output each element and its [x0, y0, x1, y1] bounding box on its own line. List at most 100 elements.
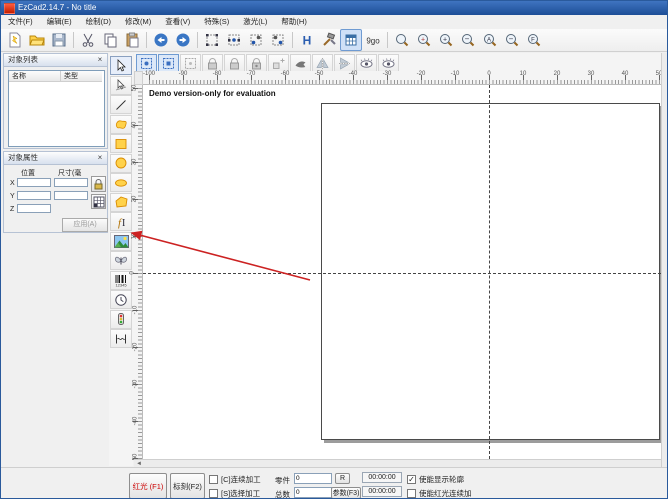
- node-delete-icon[interactable]: [267, 29, 289, 51]
- zoom-in-icon[interactable]: +: [435, 29, 457, 51]
- checkbox-box[interactable]: [209, 475, 218, 484]
- menu-edit[interactable]: 编辑(E): [40, 15, 79, 29]
- separator: [292, 32, 293, 48]
- text-icon: fI: [114, 215, 128, 229]
- ellipse-tool[interactable]: [110, 173, 132, 192]
- column-header-name[interactable]: 名称: [9, 71, 61, 82]
- total-count-input[interactable]: [294, 487, 332, 498]
- vector-file-tool[interactable]: [110, 251, 132, 270]
- cut-icon[interactable]: [77, 29, 99, 51]
- curve-tool[interactable]: [110, 115, 132, 134]
- ruler-tick-label: -30: [132, 380, 138, 389]
- checkbox-box[interactable]: ✓: [407, 475, 416, 484]
- pos-y-input[interactable]: [17, 191, 51, 200]
- canvas-area[interactable]: Demo version-only for evaluation: [143, 85, 661, 459]
- tools-icon[interactable]: [318, 29, 340, 51]
- demo-watermark: Demo version-only for evaluation: [149, 89, 276, 98]
- lock-aspect-button[interactable]: [91, 176, 106, 192]
- ruler-tick-label: -20: [417, 71, 426, 77]
- ruler-tick-label: -80: [213, 71, 222, 77]
- ruler-tick-label: 0: [130, 271, 136, 274]
- red-light-button[interactable]: 红光 (F1): [129, 473, 167, 499]
- menu-special[interactable]: 特殊(S): [197, 15, 236, 29]
- mark-button[interactable]: 标刻(F2): [170, 473, 205, 499]
- save-icon[interactable]: [48, 29, 70, 51]
- zoom-fit-icon[interactable]: F: [523, 29, 545, 51]
- svg-text:F: F: [531, 38, 535, 44]
- calculator-icon[interactable]: [340, 29, 362, 51]
- object-list-table[interactable]: 名称 类型: [8, 70, 105, 147]
- array-copy-icon[interactable]: [201, 29, 223, 51]
- node-edit-tool[interactable]: [110, 76, 132, 95]
- part-count-input[interactable]: [294, 473, 332, 484]
- new-icon[interactable]: [4, 29, 26, 51]
- redo-icon[interactable]: [172, 29, 194, 51]
- coordinates-icon[interactable]: 9go: [362, 29, 384, 51]
- param-button[interactable]: 参数(F3): [331, 487, 361, 499]
- rectangle-tool[interactable]: [110, 134, 132, 153]
- zoom-pan-icon[interactable]: +: [413, 29, 435, 51]
- pos-z-input[interactable]: [17, 204, 51, 213]
- window-title: EzCad2.14.7 - No title: [18, 1, 96, 15]
- checkbox-box[interactable]: [407, 489, 416, 498]
- ruler-tick-label: 40: [622, 71, 629, 77]
- vertical-guide-line: [489, 85, 490, 459]
- pointer-icon: [114, 59, 128, 73]
- copy-icon[interactable]: [99, 29, 121, 51]
- close-icon[interactable]: ×: [95, 54, 105, 66]
- undo-icon[interactable]: [150, 29, 172, 51]
- node-move-icon[interactable]: [245, 29, 267, 51]
- reset-count-button[interactable]: R: [335, 473, 350, 484]
- menu-modify[interactable]: 修改(M): [118, 15, 158, 29]
- menu-laser[interactable]: 激光(L): [236, 15, 274, 29]
- last-time-display: 00:00:00: [362, 486, 402, 497]
- circle-tool[interactable]: [110, 154, 132, 173]
- paste-icon[interactable]: [121, 29, 143, 51]
- hatch-icon[interactable]: H: [296, 29, 318, 51]
- size-y-input[interactable]: [54, 191, 88, 200]
- zoom-window-icon[interactable]: [391, 29, 413, 51]
- continuous-mark-checkbox[interactable]: [C]连续加工: [209, 474, 261, 485]
- horizontal-scrollbar[interactable]: ◄: [134, 459, 661, 467]
- open-icon[interactable]: [26, 29, 48, 51]
- close-icon[interactable]: ×: [95, 152, 105, 164]
- object-properties-title: 对象属性: [8, 153, 38, 162]
- ellipse-icon: [114, 176, 128, 190]
- text-tool[interactable]: fI: [110, 212, 132, 231]
- zoom-out-icon[interactable]: −: [457, 29, 479, 51]
- menu-file[interactable]: 文件(F): [1, 15, 40, 29]
- delay-tool[interactable]: [110, 290, 132, 309]
- array-table-button[interactable]: [91, 194, 106, 209]
- pos-x-input[interactable]: [17, 178, 51, 187]
- butterfly-icon: [114, 254, 128, 268]
- show-contour-checkbox[interactable]: ✓ 使能显示轮廓: [407, 474, 464, 485]
- menu-help[interactable]: 帮助(H): [274, 15, 313, 29]
- ruler-tick-label: -40: [132, 417, 138, 426]
- svg-text:I: I: [122, 218, 125, 229]
- position-label: 位置: [21, 168, 35, 178]
- red-light-continuous-checkbox[interactable]: 使能红光连续加: [407, 488, 472, 499]
- polygon-tool[interactable]: [110, 193, 132, 212]
- vertical-scrollbar[interactable]: [661, 53, 668, 467]
- zoom-all-icon[interactable]: A: [479, 29, 501, 51]
- node-select-icon[interactable]: [223, 29, 245, 51]
- ezcad-window: EzCad2.14.7 - No title 文件(F)编辑(E)绘制(D)修改…: [0, 0, 668, 499]
- ruler-tick-label: 40: [131, 122, 137, 129]
- apply-button[interactable]: 应用(A): [62, 218, 108, 232]
- select-tool[interactable]: [110, 56, 132, 75]
- zoom-minus-icon[interactable]: −: [501, 29, 523, 51]
- menu-view[interactable]: 查看(V): [158, 15, 197, 29]
- checkbox-box[interactable]: [209, 489, 218, 498]
- title-bar[interactable]: EzCad2.14.7 - No title: [1, 1, 668, 15]
- column-header-type[interactable]: 类型: [61, 71, 102, 82]
- line-tool[interactable]: [110, 95, 132, 114]
- bitmap-tool[interactable]: [110, 232, 132, 251]
- menu-draw[interactable]: 绘制(D): [79, 15, 118, 29]
- spiral-tool[interactable]: [110, 329, 132, 348]
- size-x-input[interactable]: [54, 178, 88, 187]
- input-output-tool[interactable]: [110, 310, 132, 329]
- ruler-tick-label: 10: [520, 71, 527, 77]
- select-mark-checkbox[interactable]: [S]选择加工: [209, 488, 260, 499]
- work-area-boundary: [321, 103, 660, 440]
- checkbox-label: 使能红光连续加: [419, 488, 472, 499]
